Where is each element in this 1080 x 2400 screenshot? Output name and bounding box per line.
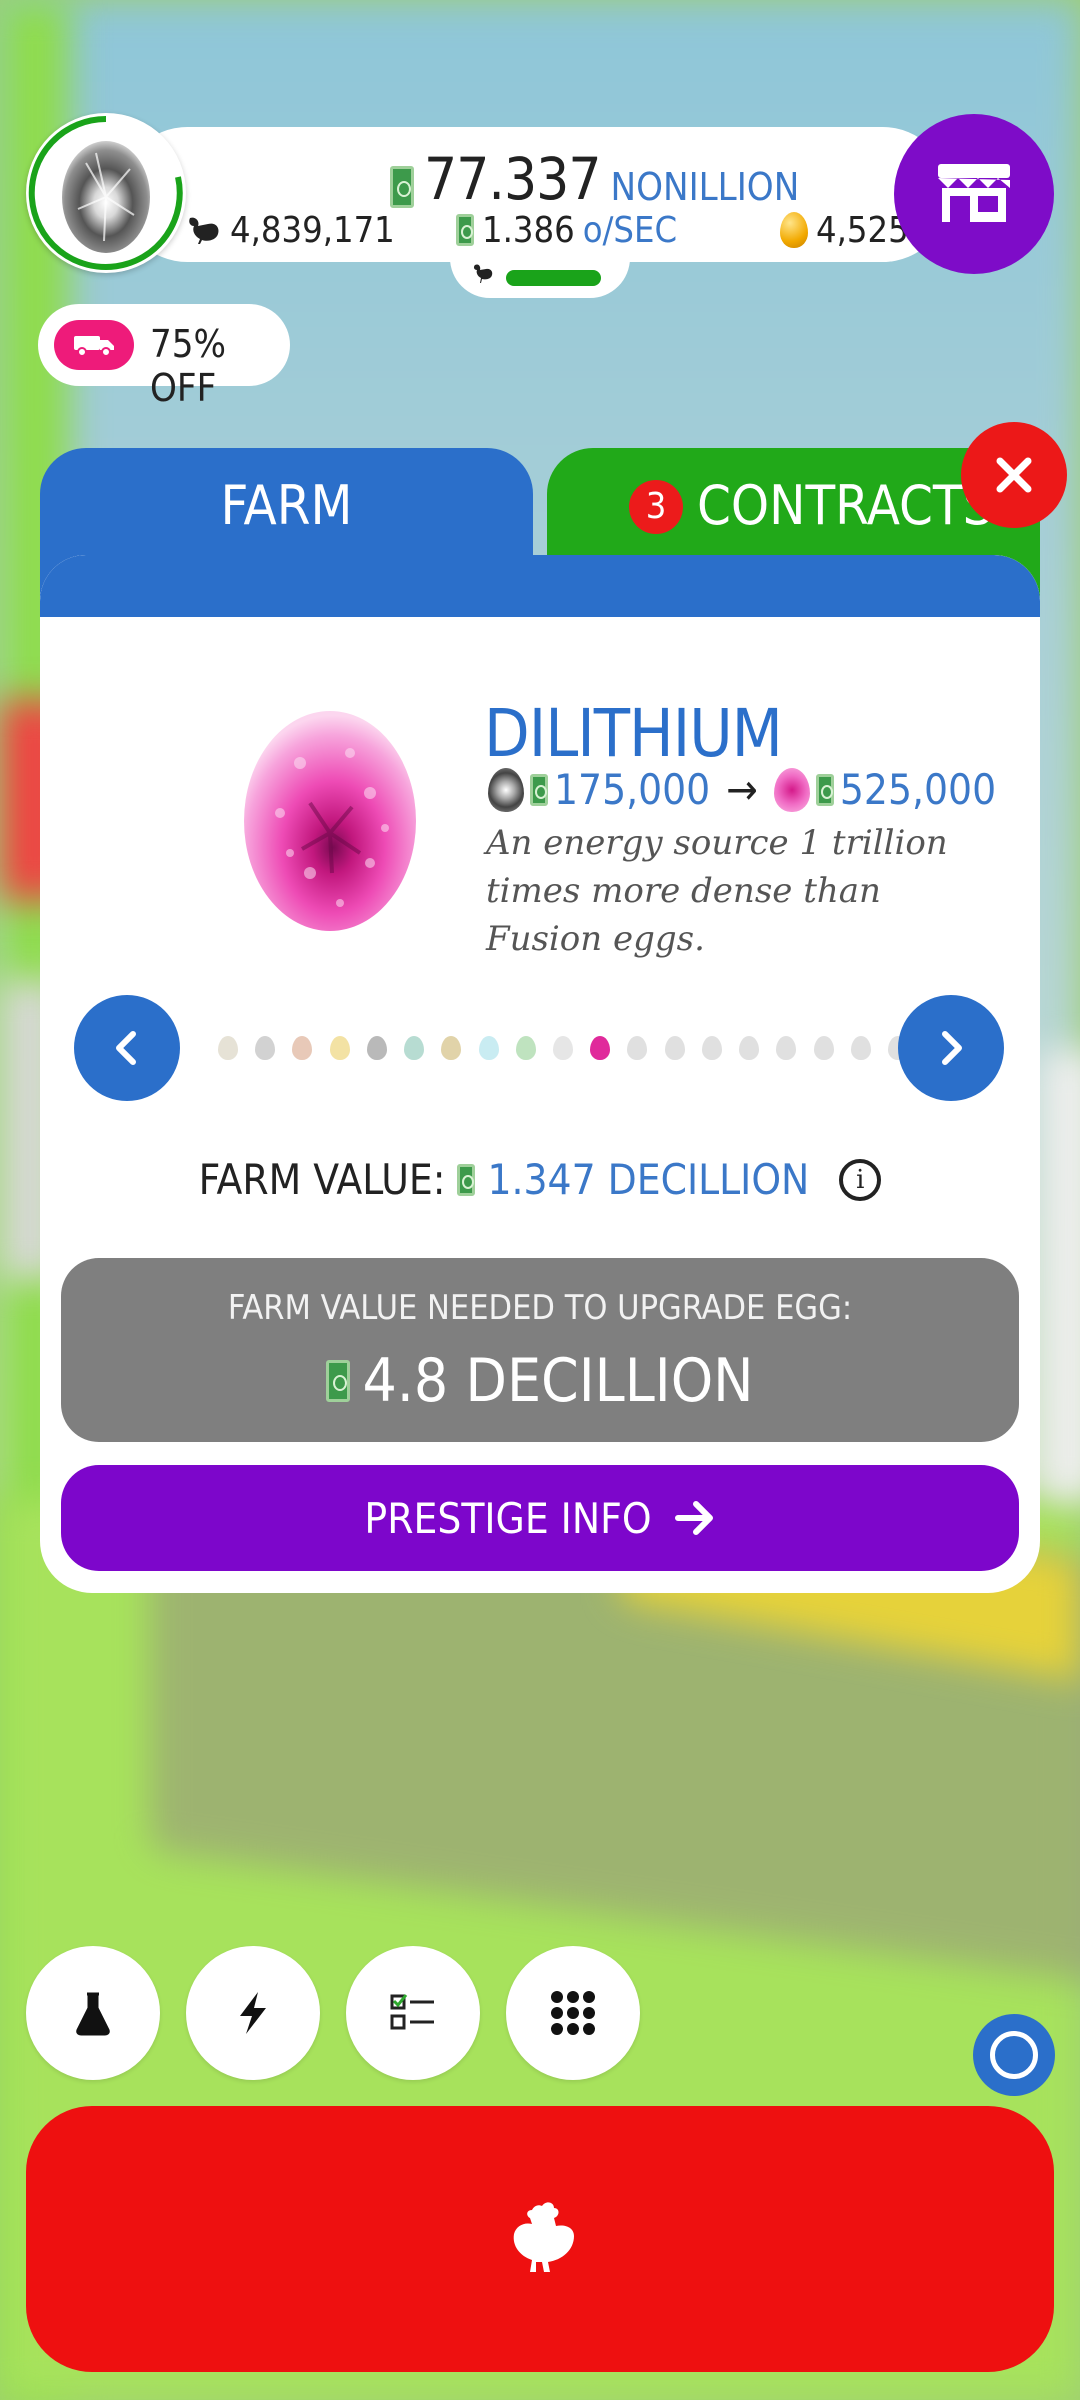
golden-eggs-count[interactable]: 4,525	[780, 205, 909, 255]
chevron-left-icon	[116, 1031, 136, 1065]
prestige-info-label: PRESTIGE INFO	[364, 1493, 652, 1543]
fusion-egg-icon	[28, 115, 183, 270]
cash-icon	[530, 773, 548, 806]
tab-farm-label: FARM	[220, 474, 353, 537]
camera-recenter-button[interactable]	[973, 2014, 1055, 2096]
egg-name: DILITHIUM	[484, 695, 783, 772]
chicken-icon	[189, 217, 219, 244]
egg-dot	[850, 1036, 871, 1060]
cash-icon	[457, 1163, 476, 1196]
egg-dot	[515, 1036, 536, 1060]
farm-value-row: FARM VALUE: 1.347 DECILLION i	[40, 1155, 1040, 1204]
upgrade-requirement-value: 4.8 DECILLION	[362, 1346, 754, 1416]
close-icon	[996, 457, 1032, 493]
egg-dot	[664, 1036, 685, 1060]
golden-eggs-value: 4,525	[816, 209, 909, 251]
money-unit: NONILLION	[610, 165, 800, 209]
dilithium-egg-icon	[773, 767, 810, 812]
egg-description: An energy source 1 trillion times more d…	[486, 823, 948, 959]
egg-dot	[776, 1036, 797, 1060]
cash-icon	[456, 214, 474, 246]
egg-dot	[813, 1036, 834, 1060]
panel-header	[40, 555, 1040, 617]
fusion-egg-icon	[488, 767, 524, 812]
close-button[interactable]	[961, 422, 1067, 528]
egg-dot	[627, 1036, 648, 1060]
discount-promo[interactable]: 75% OFF	[38, 304, 290, 410]
shop-button[interactable]	[894, 114, 1054, 274]
rate-value: 1.386	[482, 209, 575, 251]
egg-dot	[590, 1036, 611, 1060]
upgrade-requirement-row: 4.8 DECILLION	[61, 1346, 1019, 1416]
discount-text: 75% OFF	[150, 322, 226, 410]
hatch-chicken-button[interactable]	[26, 2106, 1054, 2372]
egg-dot	[329, 1036, 350, 1060]
arrow-right-icon	[674, 1501, 713, 1535]
golden-egg-icon	[780, 212, 808, 248]
cash-icon	[815, 773, 834, 806]
contracts-badge: 3	[629, 480, 683, 534]
egg-dot	[441, 1036, 462, 1060]
money-value: 77.337	[424, 145, 602, 213]
earning-rate: 1.386 o/SEC	[456, 205, 677, 255]
missions-button[interactable]	[346, 1946, 480, 2080]
egg-dot	[404, 1036, 425, 1060]
farm-panel: DILITHIUM 175,000 → 525,000 An energy so…	[40, 555, 1040, 1593]
cash-icon	[326, 1360, 351, 1402]
chicken-count-value: 4,839,171	[230, 209, 395, 251]
chicken-icon	[513, 2202, 574, 2272]
hab-capacity-bar	[506, 270, 601, 286]
boost-button[interactable]	[186, 1946, 320, 2080]
truck-icon-container	[54, 320, 134, 370]
next-egg-value: 525,000	[839, 765, 997, 814]
dilithium-egg-icon	[244, 711, 416, 931]
menu-button[interactable]	[506, 1946, 640, 2080]
menu-grid-icon	[551, 1991, 595, 2035]
rate-unit: o/SEC	[582, 209, 678, 251]
hab-capacity-indicator[interactable]	[450, 250, 630, 298]
current-egg-button[interactable]	[26, 113, 186, 273]
shop-icon	[938, 164, 1010, 222]
egg-dot	[366, 1036, 387, 1060]
egg-dot	[478, 1036, 499, 1060]
truck-icon	[74, 336, 114, 357]
info-icon[interactable]: i	[839, 1158, 882, 1201]
farm-value-label: FARM VALUE:	[198, 1155, 446, 1204]
tab-contracts-label: CONTRACTS	[697, 474, 994, 537]
egg-dot	[292, 1036, 313, 1060]
farm-value-amount: 1.347 DECILLION	[487, 1155, 810, 1204]
cash-icon	[390, 166, 414, 208]
arrow-right-icon: →	[726, 765, 758, 814]
chicken-count: 4,839,171	[186, 205, 395, 255]
egg-dot	[255, 1036, 276, 1060]
upgrade-requirement-label: FARM VALUE NEEDED TO UPGRADE EGG:	[227, 1288, 853, 1328]
prestige-info-button[interactable]: PRESTIGE INFO	[61, 1465, 1019, 1571]
egg-dot	[739, 1036, 760, 1060]
next-egg-button[interactable]	[898, 995, 1004, 1101]
money-display: 77.337 NONILLION	[390, 138, 799, 208]
previous-egg-button[interactable]	[74, 995, 180, 1101]
upgrade-requirement-box: FARM VALUE NEEDED TO UPGRADE EGG: 4.8 DE…	[61, 1258, 1019, 1442]
prev-egg-value: 175,000	[554, 765, 711, 814]
chicken-icon	[472, 262, 494, 290]
egg-progress-dots	[218, 1036, 908, 1060]
missions-icon	[390, 1994, 434, 2030]
boost-icon	[240, 1992, 266, 2034]
egg-dot	[701, 1036, 722, 1060]
research-icon	[76, 1992, 110, 2036]
chevron-right-icon	[942, 1031, 962, 1065]
research-button[interactable]	[26, 1946, 160, 2080]
egg-value-change: 175,000 → 525,000	[488, 765, 996, 814]
egg-dot	[218, 1036, 238, 1060]
egg-dot	[553, 1036, 573, 1060]
